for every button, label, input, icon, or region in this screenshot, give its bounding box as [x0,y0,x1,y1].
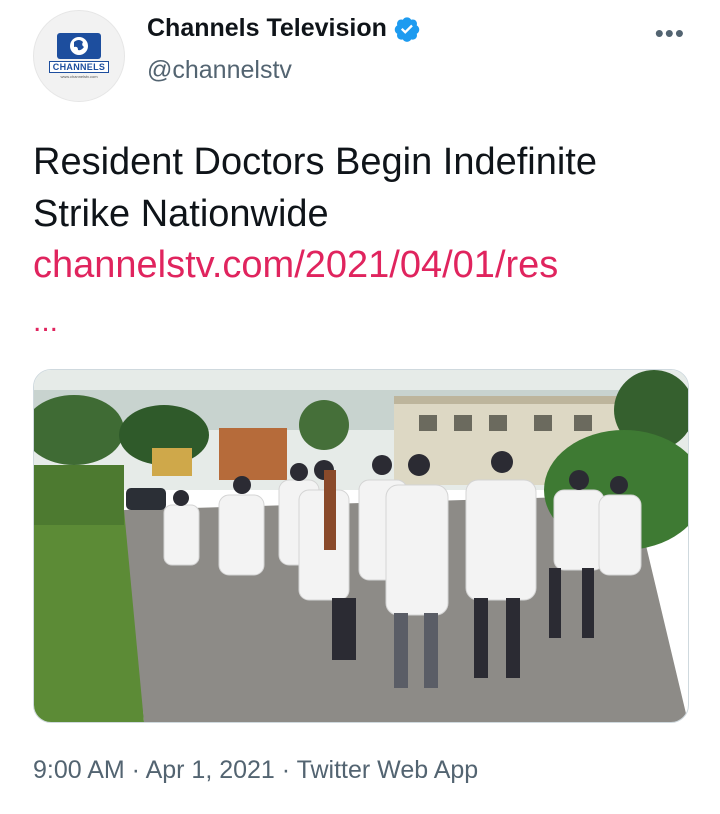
meta-separator-1: · [124,756,146,784]
name-row: Channels Television [147,14,421,43]
more-options-icon[interactable]: ••• [655,18,685,49]
tweet-text: Resident Doctors Begin Indefinite Strike… [33,141,597,235]
tweet-source[interactable]: Twitter Web App [297,756,479,784]
avatar-brand: CHANNELS [48,61,110,73]
tweet-date[interactable]: Apr 1, 2021 [146,756,275,784]
globe-logo-icon [57,33,101,59]
avatar-url: www.channelstv.com [60,74,98,79]
tweet-link[interactable]: channelstv.com/2021/04/01/res [33,244,558,287]
avatar[interactable]: CHANNELS www.channelstv.com [33,10,125,102]
account-handle[interactable]: @channelstv [147,56,292,85]
verified-badge-icon [394,16,420,42]
tweet-metadata: 9:00 AM · Apr 1, 2021 · Twitter Web App [33,756,478,785]
photo-scene [34,370,688,722]
tweet-photo[interactable] [33,369,689,723]
tweet-link-ellipsis[interactable]: ... [33,305,58,339]
meta-separator-2: · [274,756,297,784]
display-name[interactable]: Channels Television [147,14,387,43]
tweet-time[interactable]: 9:00 AM [33,756,125,784]
